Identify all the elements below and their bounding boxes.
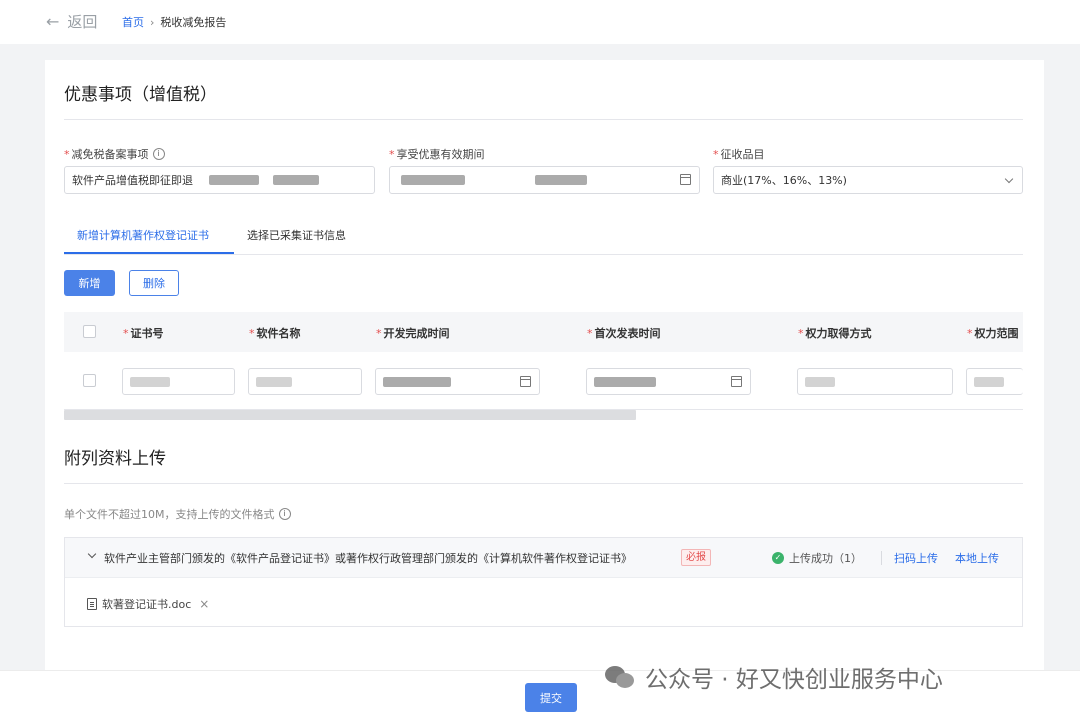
file-name[interactable]: 软著登记证书.doc [102,596,191,612]
divider [881,551,882,565]
wechat-icon [605,664,635,690]
field-label-tax-item: * 征收品目 [713,146,765,162]
section-title-preferential: 优惠事项（增值税） [64,85,217,105]
column-header-text: 证书号 [130,327,164,340]
required-badge: 必报 [681,549,711,566]
column-header-text: 首次发表时间 [594,327,661,340]
horizontal-scrollbar[interactable] [64,410,636,420]
scan-upload-link[interactable]: 扫码上传 [894,550,938,566]
field-label-filing-item: * 减免税备案事项 i [64,146,165,162]
delete-button[interactable]: 删除 [129,270,179,296]
back-label: 返回 [67,13,98,31]
chevron-right-icon: › [150,15,155,29]
upload-item-title: 软件产业主管部门颁发的《软件产品登记证书》或著作权行政管理部门颁发的《计算机软件… [104,552,632,565]
arrow-left-icon: ← [46,12,60,31]
rights-acquisition-input[interactable] [797,368,953,395]
redacted-text [805,376,835,387]
info-icon[interactable]: i [152,148,165,160]
first-publish-date-input[interactable] [586,368,751,395]
field-label-text: 享受优惠有效期间 [396,148,485,161]
info-icon[interactable]: i [278,508,291,520]
section-title-attachments: 附列资料上传 [64,449,166,469]
divider [64,483,1023,484]
required-mark: * [123,327,129,340]
redacted-date-end [535,175,587,185]
redacted-date [594,376,656,387]
table-header [64,312,1023,352]
add-button[interactable]: 新增 [64,270,115,296]
calendar-icon[interactable] [520,376,531,387]
required-mark: * [249,327,255,340]
upload-status: 上传成功（1） [789,552,862,565]
column-header-text: 权力取得方式 [805,327,872,340]
required-mark: * [64,147,70,161]
tab-new-certificate[interactable]: 新增计算机著作权登记证书 [77,227,209,243]
breadcrumb-current: 税收减免报告 [160,16,227,29]
local-upload-link[interactable]: 本地上传 [955,550,999,566]
redacted-date [383,376,451,387]
breadcrumb-home[interactable]: 首页 [122,14,144,30]
uploaded-file: 软著登记证书.doc × [87,596,209,612]
check-circle-icon: ✓ [772,552,784,564]
watermark-text: 公众号 · 好又快创业服务中心 [645,667,943,693]
chevron-down-icon [1004,174,1014,184]
required-mark: * [713,147,719,161]
column-header-text: 软件名称 [256,327,301,340]
tax-item-select[interactable]: 商业(17%、16%、13%) [713,166,1023,194]
redacted-text [130,376,170,387]
tax-item-value: 商业(17%、16%、13%) [721,174,847,187]
valid-period-field[interactable] [389,166,700,194]
breadcrumb: 首页 › 税收减免报告 [122,14,226,30]
column-header: * 权力范围 [967,325,1019,341]
filing-item-field[interactable]: 软件产品增值税即征即退 [64,166,375,194]
column-header: * 首次发表时间 [587,325,661,341]
redacted-text [256,376,292,387]
dev-complete-date-input[interactable] [375,368,540,395]
tab-active-indicator [64,252,234,254]
submit-button[interactable]: 提交 [525,683,577,712]
field-label-text: 征收品目 [720,148,765,161]
document-icon [87,598,97,610]
calendar-icon[interactable] [680,174,691,185]
calendar-icon[interactable] [731,376,742,387]
chevron-down-icon[interactable] [87,549,97,559]
upload-hint-text: 单个文件不超过10M，支持上传的文件格式 [64,508,275,521]
required-mark: * [587,327,593,340]
redacted-text [974,376,1004,387]
column-header-text: 权力范围 [974,327,1019,340]
upload-hint: 单个文件不超过10M，支持上传的文件格式 i [64,506,291,522]
cert-number-input[interactable] [122,368,235,395]
field-label-valid-period: * 享受优惠有效期间 [389,146,485,162]
required-mark: * [376,327,382,340]
column-header-text: 开发完成时间 [383,327,450,340]
rights-scope-input[interactable] [966,368,1023,395]
tab-select-collected[interactable]: 选择已采集证书信息 [247,227,346,243]
watermark: 公众号 · 好又快创业服务中心 [605,660,943,694]
row-checkbox[interactable] [83,374,96,387]
software-name-input[interactable] [248,368,362,395]
select-all-checkbox[interactable] [83,325,96,338]
field-label-text: 减免税备案事项 [71,148,149,161]
column-header: * 权力取得方式 [798,325,872,341]
required-mark: * [798,327,804,340]
column-header: * 软件名称 [249,325,301,341]
redacted-text [273,175,319,185]
upload-item-header: 软件产业主管部门颁发的《软件产品登记证书》或著作权行政管理部门颁发的《计算机软件… [65,538,1022,578]
redacted-date-start [401,175,465,185]
filing-item-value: 软件产品增值税即征即退 [72,174,193,187]
required-mark: * [389,147,395,161]
column-header: * 开发完成时间 [376,325,450,341]
redacted-text [209,175,259,185]
remove-file-icon[interactable]: × [199,597,209,611]
back-button[interactable]: ← 返回 [46,11,97,32]
column-header: * 证书号 [123,325,164,341]
upload-item: 软件产业主管部门颁发的《软件产品登记证书》或著作权行政管理部门颁发的《计算机软件… [64,537,1023,627]
divider [64,119,1023,120]
required-mark: * [967,327,973,340]
